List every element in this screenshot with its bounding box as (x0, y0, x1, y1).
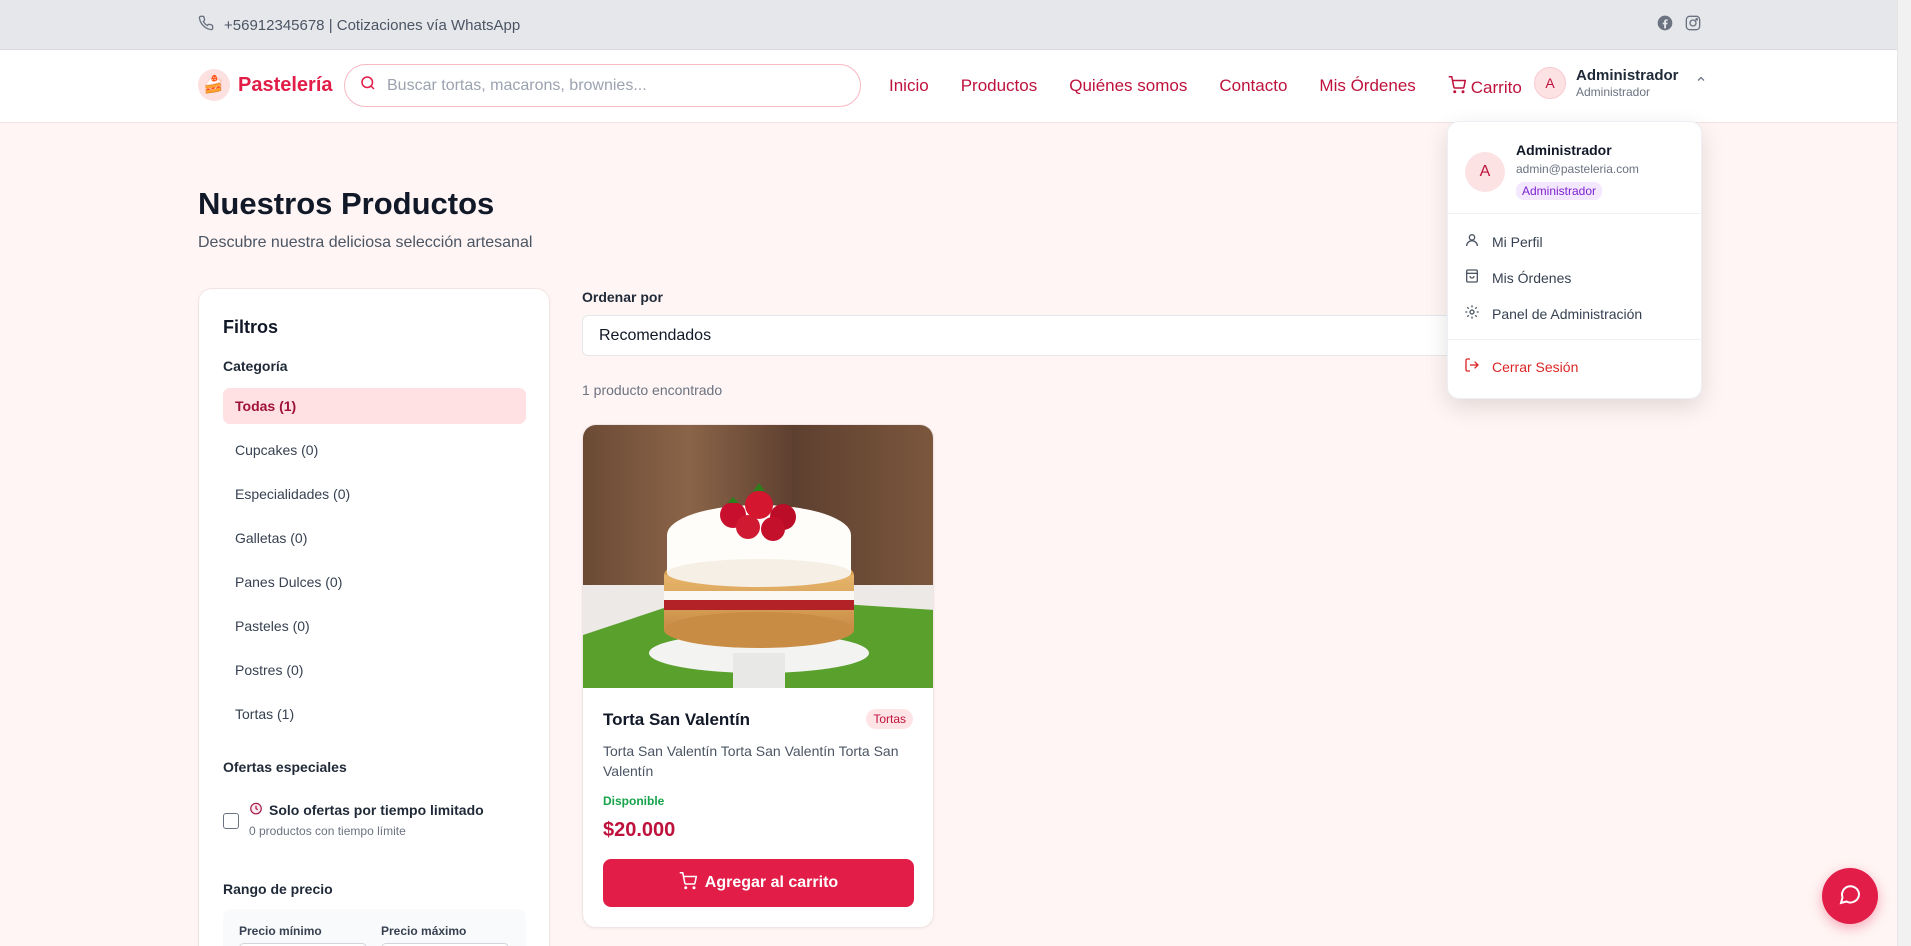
product-name[interactable]: Torta San Valentín (603, 710, 750, 730)
user-dropdown-menu: A Administrador admin@pasteleria.com Adm… (1447, 121, 1703, 399)
avatar: A (1534, 67, 1566, 99)
cart-label: Carrito (1470, 77, 1522, 97)
instagram-icon[interactable] (1685, 15, 1701, 36)
user-role: Administrador (1576, 85, 1651, 99)
category-list: Todas (1) Cupcakes (0) Especialidades (0… (223, 388, 526, 740)
cart-icon (679, 871, 697, 895)
user-menu-toggle[interactable]: A Administrador Administrador (1534, 67, 1707, 99)
nav-quienes-somos[interactable]: Quiénes somos (1069, 76, 1187, 99)
add-to-cart-button[interactable]: Agregar al carrito (603, 859, 914, 907)
nav-inicio[interactable]: Inicio (889, 76, 929, 99)
menu-item-panel-administracion[interactable]: Panel de Administración (1464, 304, 1642, 323)
category-item-galletas[interactable]: Galletas (0) (223, 520, 526, 556)
shopping-bag-icon (1464, 268, 1480, 287)
offer-title: Solo ofertas por tiempo limitado (269, 801, 484, 818)
cart-icon (1448, 76, 1466, 99)
main-nav: Inicio Productos Quiénes somos Contacto … (889, 76, 1522, 99)
search-input[interactable] (387, 76, 827, 95)
offers-label: Ofertas especiales (223, 759, 347, 775)
search-bar[interactable] (344, 64, 861, 107)
dropdown-user-email: admin@pasteleria.com (1516, 162, 1639, 176)
product-price: $20.000 (603, 819, 676, 841)
logo-text: Pastelería (238, 73, 333, 96)
gear-icon (1464, 304, 1480, 323)
filters-title: Filtros (223, 317, 279, 337)
chat-icon (1838, 882, 1862, 911)
category-label: Categoría (223, 358, 288, 374)
nav-mis-ordenes[interactable]: Mis Órdenes (1319, 76, 1415, 99)
menu-item-mis-ordenes[interactable]: Mis Órdenes (1464, 268, 1571, 287)
price-min-label: Precio mínimo (239, 924, 322, 938)
main-header: 🍰 Pastelería Inicio Productos Quiénes so… (0, 50, 1897, 123)
divider (1448, 339, 1703, 340)
product-card[interactable]: Torta San Valentín Tortas Torta San Vale… (582, 424, 934, 928)
product-image (583, 425, 933, 688)
contact-info: +56912345678 | Cotizaciones vía WhatsApp (198, 15, 520, 35)
product-description: Torta San Valentín Torta San Valentín To… (603, 743, 899, 779)
divider (1448, 213, 1703, 214)
logo[interactable]: 🍰 Pastelería (198, 69, 333, 101)
category-item-todas[interactable]: Todas (1) (223, 388, 526, 424)
nav-productos[interactable]: Productos (961, 76, 1038, 99)
phone-icon (198, 15, 214, 35)
nav-contacto[interactable]: Contacto (1219, 76, 1287, 99)
menu-item-mi-perfil[interactable]: Mi Perfil (1464, 232, 1543, 251)
page-scrollbar[interactable] (1897, 0, 1911, 946)
phone-text: +56912345678 | Cotizaciones vía WhatsApp (224, 16, 521, 34)
cake-icon: 🍰 (198, 69, 230, 101)
limited-offer-filter: Solo ofertas por tiempo limitado 0 produ… (223, 801, 523, 838)
category-item-postres[interactable]: Postres (0) (223, 652, 526, 688)
filters-panel: Filtros Categoría Todas (1) Cupcakes (0)… (198, 288, 550, 946)
category-item-especialidades[interactable]: Especialidades (0) (223, 476, 526, 512)
category-item-pasteles[interactable]: Pasteles (0) (223, 608, 526, 644)
top-bar: +56912345678 | Cotizaciones vía WhatsApp (0, 0, 1897, 50)
dropdown-avatar: A (1465, 152, 1505, 192)
social-links (1657, 15, 1701, 36)
dropdown-user-name: Administrador (1516, 142, 1612, 158)
nav-carrito[interactable]: Carrito (1448, 76, 1522, 99)
logout-button[interactable]: Cerrar Sesión (1464, 357, 1578, 376)
category-item-cupcakes[interactable]: Cupcakes (0) (223, 432, 526, 468)
user-name: Administrador (1576, 67, 1679, 84)
results-count: 1 producto encontrado (582, 382, 723, 398)
role-badge: Administrador (1516, 182, 1603, 200)
limited-offer-checkbox[interactable] (223, 813, 239, 829)
offer-subtitle: 0 productos con tiempo límite (249, 824, 406, 838)
price-max-label: Precio máximo (381, 924, 467, 938)
sort-label: Ordenar por (582, 289, 663, 305)
price-range-box: Precio mínimo Precio máximo (223, 909, 526, 946)
search-icon (359, 74, 377, 97)
timer-icon (249, 801, 263, 818)
category-item-panes-dulces[interactable]: Panes Dulces (0) (223, 564, 526, 600)
logout-icon (1464, 357, 1480, 376)
user-icon (1464, 232, 1480, 251)
page-title: Nuestros Productos (198, 186, 495, 221)
facebook-icon[interactable] (1657, 15, 1673, 36)
category-badge: Tortas (866, 709, 913, 729)
category-item-tortas[interactable]: Tortas (1) (223, 696, 526, 732)
page-subtitle: Descubre nuestra deliciosa selección art… (198, 234, 533, 251)
add-to-cart-label: Agregar al carrito (704, 874, 839, 891)
stock-status: Disponible (603, 794, 665, 808)
chevron-up-icon (1695, 72, 1707, 90)
price-range-label: Rango de precio (223, 881, 333, 897)
chat-button[interactable] (1822, 868, 1878, 924)
